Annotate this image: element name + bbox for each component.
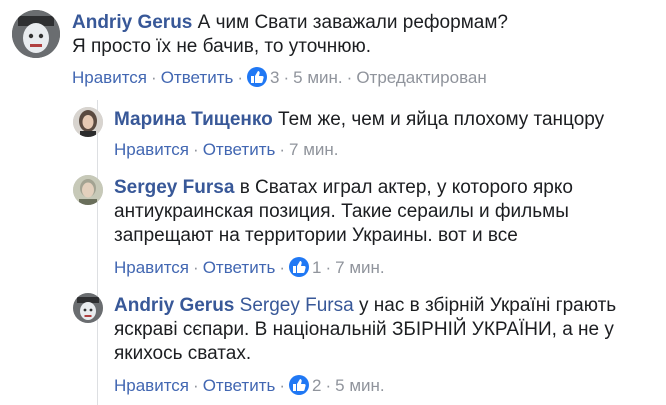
- avatar[interactable]: [73, 293, 103, 323]
- like-count[interactable]: 3: [270, 68, 279, 87]
- comment-text: Andriy Gerus А чим Свати заважали реформ…: [72, 11, 662, 59]
- user-avatar-icon: [73, 175, 103, 205]
- comment-actions: Нравится · Ответить · 3 · 5 мин. · Отредактирова…: [72, 67, 487, 87]
- comment-time[interactable]: 5 мин.: [335, 376, 384, 395]
- comment-actions: Нравится · Ответить · 1 · 7 мин.: [114, 257, 385, 277]
- reply-button[interactable]: Ответить: [203, 258, 276, 277]
- comment-body-line: запрещают на территории Украины. вот и в…: [114, 225, 518, 246]
- avatar[interactable]: [73, 107, 103, 137]
- like-button[interactable]: Нравится: [114, 140, 189, 159]
- comment-actions: Нравится · Ответить · 2 · 5 мин.: [114, 375, 385, 395]
- comment-text: Марина Тищенко Тем же, чем и яйца плохом…: [114, 108, 662, 132]
- reply-button[interactable]: Ответить: [203, 376, 276, 395]
- like-count-badge-icon[interactable]: [289, 375, 310, 395]
- like-count-badge-icon[interactable]: [247, 67, 268, 87]
- comment-body-line: антиукраинская позиция. Такие сераилы и …: [114, 201, 569, 222]
- like-button[interactable]: Нравится: [72, 68, 147, 87]
- like-count[interactable]: 2: [312, 376, 321, 395]
- user-avatar-icon: [73, 293, 103, 323]
- comment-body-line: Тем же, чем и яйца плохому танцору: [278, 109, 605, 130]
- comment-body-line: якихось сватах.: [114, 343, 252, 364]
- edited-label[interactable]: Отредактирован: [356, 68, 486, 87]
- comment-time[interactable]: 5 мин.: [293, 68, 342, 87]
- reply-button[interactable]: Ответить: [161, 68, 234, 87]
- mention-link[interactable]: Sergey Fursa: [240, 295, 354, 316]
- comment-author[interactable]: Andriy Gerus: [114, 295, 234, 316]
- comment-text: Andriy Gerus Sergey Fursa у нас в збірні…: [114, 294, 662, 366]
- user-avatar-icon: [73, 107, 103, 137]
- comment-author[interactable]: Марина Тищенко: [114, 109, 273, 130]
- comment-time[interactable]: 7 мин.: [335, 258, 384, 277]
- comment-text: Sergey Fursa в Сватах играл актер, у кот…: [114, 176, 662, 248]
- comment-author[interactable]: Sergey Fursa: [114, 177, 234, 198]
- like-button[interactable]: Нравится: [114, 258, 189, 277]
- user-avatar-icon: [12, 10, 60, 58]
- comment-body-line: в Сватах играл актер, у которого ярко: [239, 177, 573, 198]
- avatar[interactable]: [12, 10, 60, 58]
- comment-actions: Нравится · Ответить · 7 мин.: [114, 140, 339, 159]
- comment-body-line: у нас в збірній Україні грають: [358, 295, 617, 316]
- like-count[interactable]: 1: [312, 258, 321, 277]
- reply-thread-line: [97, 100, 98, 405]
- comment-body-line: Я просто їх не бачив, то уточнюю.: [72, 36, 372, 57]
- like-button[interactable]: Нравится: [114, 376, 189, 395]
- avatar[interactable]: [73, 175, 103, 205]
- comment-body-line: А чим Свати заважали реформам?: [197, 12, 508, 33]
- reply-button[interactable]: Ответить: [203, 140, 276, 159]
- comment-body-line: яскраві сєпари. В національній ЗБІРНІЙ У…: [114, 319, 614, 340]
- comment-author[interactable]: Andriy Gerus: [72, 12, 192, 33]
- like-count-badge-icon[interactable]: [289, 257, 310, 277]
- comment-time[interactable]: 7 мин.: [289, 140, 338, 159]
